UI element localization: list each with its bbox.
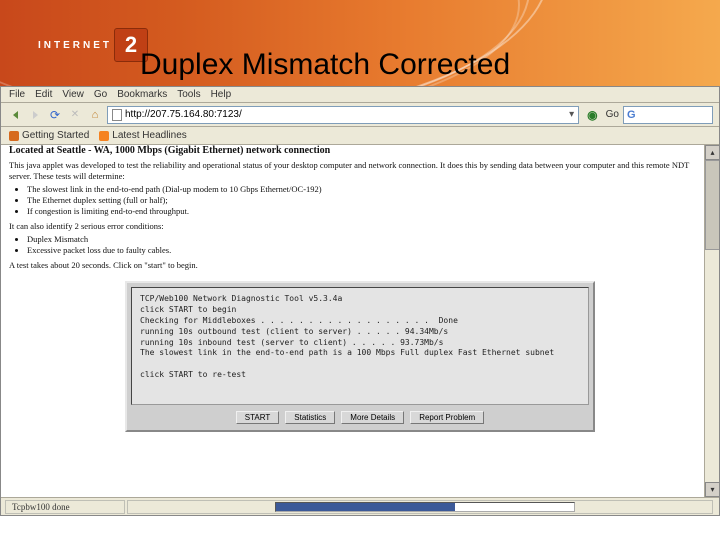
go-button-icon[interactable]: ◉ (587, 108, 597, 122)
scroll-thumb[interactable] (705, 160, 719, 250)
also-text: It can also identify 2 serious error con… (9, 221, 711, 232)
list-item: Excessive packet loss due to faulty cabl… (27, 245, 711, 256)
vertical-scrollbar[interactable]: ▴ ▾ (704, 145, 719, 497)
arrow-right-icon (33, 111, 38, 119)
go-button[interactable]: Go (606, 109, 619, 120)
begin-text: A test takes about 20 seconds. Click on … (9, 260, 711, 271)
report-problem-button[interactable]: Report Problem (410, 411, 484, 424)
scroll-down-button[interactable]: ▾ (705, 482, 719, 497)
bookmark-latest-headlines[interactable]: Latest Headlines (99, 130, 187, 141)
menu-bar: File Edit View Go Bookmarks Tools Help (1, 87, 719, 103)
home-button[interactable]: ⌂ (87, 107, 103, 123)
page-content: Located at Seattle - WA, 1000 Mbps (Giga… (1, 145, 719, 515)
arrow-left-icon (13, 111, 18, 119)
browser-window: File Edit View Go Bookmarks Tools Help ⟳… (0, 86, 720, 516)
list-item: If congestion is limiting end-to-end thr… (27, 206, 711, 217)
bookmarks-toolbar: Getting Started Latest Headlines (1, 127, 719, 145)
more-details-button[interactable]: More Details (341, 411, 404, 424)
intro-text: This java applet was developed to test t… (9, 160, 711, 182)
bookmark-getting-started[interactable]: Getting Started (9, 130, 89, 141)
logo-text: INTERNET (38, 40, 112, 51)
forward-button (27, 107, 43, 123)
menu-edit[interactable]: Edit (35, 89, 52, 100)
menu-tools[interactable]: Tools (177, 89, 200, 100)
menu-bookmarks[interactable]: Bookmarks (117, 89, 167, 100)
navigation-toolbar: ⟳ ✕ ⌂ http://207.75.164.80:7123/ ▾ ◉ Go … (1, 103, 719, 127)
back-button[interactable] (7, 107, 23, 123)
bookmark-icon (9, 131, 19, 141)
applet-output: TCP/Web100 Network Diagnostic Tool v5.3.… (131, 287, 589, 405)
start-button[interactable]: START (236, 411, 279, 424)
rss-icon (99, 131, 109, 141)
stop-button: ✕ (67, 107, 83, 123)
list-item: The slowest link in the end-to-end path … (27, 184, 711, 195)
bookmark-label: Latest Headlines (112, 130, 187, 141)
status-bar: Tcpbw100 done (1, 497, 719, 515)
reload-button[interactable]: ⟳ (47, 107, 63, 123)
menu-go[interactable]: Go (94, 89, 107, 100)
list-item: The Ethernet duplex setting (full or hal… (27, 195, 711, 206)
location-heading: Located at Seattle - WA, 1000 Mbps (Giga… (9, 145, 711, 156)
address-url: http://207.75.164.80:7123/ (125, 109, 242, 120)
applet-button-row: START Statistics More Details Report Pro… (131, 405, 589, 426)
statistics-button[interactable]: Statistics (285, 411, 335, 424)
slide-title: Duplex Mismatch Corrected (140, 48, 510, 82)
internet2-logo: INTERNET 2 (38, 28, 150, 62)
address-bar[interactable]: http://207.75.164.80:7123/ ▾ (107, 106, 579, 124)
page-icon (112, 109, 122, 121)
search-input[interactable]: G (623, 106, 713, 124)
bookmark-label: Getting Started (22, 130, 89, 141)
ndt-applet: TCP/Web100 Network Diagnostic Tool v5.3.… (125, 281, 595, 432)
progress-fill (276, 503, 455, 511)
menu-view[interactable]: View (62, 89, 84, 100)
capability-list: The slowest link in the end-to-end path … (27, 184, 711, 217)
list-item: Duplex Mismatch (27, 234, 711, 245)
chevron-down-icon[interactable]: ▾ (569, 109, 574, 120)
menu-help[interactable]: Help (211, 89, 232, 100)
error-list: Duplex Mismatch Excessive packet loss du… (27, 234, 711, 256)
status-text: Tcpbw100 done (5, 500, 125, 514)
menu-file[interactable]: File (9, 89, 25, 100)
slide-header-banner: INTERNET 2 Duplex Mismatch Corrected (0, 0, 720, 86)
search-engine-icon: G (627, 109, 636, 121)
scroll-up-button[interactable]: ▴ (705, 145, 719, 160)
progress-bar (275, 502, 575, 512)
status-progress-cell (127, 500, 713, 514)
